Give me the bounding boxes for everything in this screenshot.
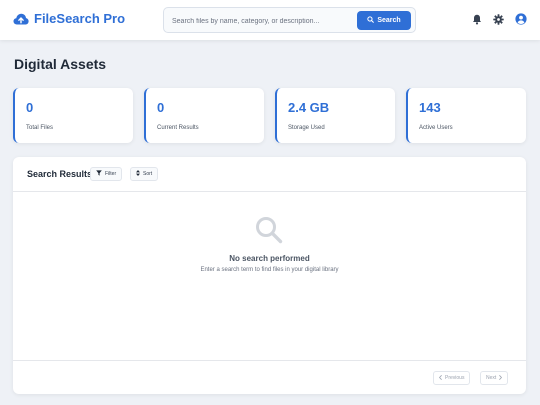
empty-state-title: No search performed <box>229 254 310 263</box>
gear-icon[interactable] <box>493 13 504 25</box>
filter-button[interactable]: Filter <box>90 167 123 181</box>
user-circle-icon[interactable] <box>515 13 527 25</box>
stat-label: Total Files <box>26 125 54 131</box>
sort-icon <box>136 170 140 178</box>
filter-icon <box>96 170 102 178</box>
sort-button[interactable]: Sort <box>130 167 159 181</box>
stat-card-total-files: 0 Total Files <box>13 88 133 143</box>
stat-value: 143 <box>419 100 441 115</box>
filter-label: Filter <box>105 171 117 177</box>
search-icon <box>367 16 375 25</box>
search-button-label: Search <box>377 17 401 24</box>
search-button[interactable]: Search <box>357 11 411 30</box>
bell-icon[interactable] <box>472 14 482 25</box>
sort-label: Sort <box>143 171 153 177</box>
stat-value: 2.4 GB <box>288 100 330 115</box>
chevron-right-icon <box>499 374 503 382</box>
search-icon <box>254 215 284 250</box>
stat-label: Current Results <box>157 125 199 131</box>
panel-title: Search Results <box>27 169 93 179</box>
empty-state-description: Enter a search term to find files in you… <box>200 267 339 273</box>
search-results-panel: Search Results Filter Sort No search per… <box>13 157 526 394</box>
pagination-bar: Previous Next <box>13 360 526 394</box>
stat-card-active-users: 143 Active Users <box>406 88 526 143</box>
next-label: Next <box>486 375 497 381</box>
app-logo[interactable]: FileSearch Pro <box>13 11 125 26</box>
next-button[interactable]: Next <box>480 371 509 385</box>
panel-header: Search Results Filter Sort <box>13 157 526 192</box>
app-name: FileSearch Pro <box>34 11 126 26</box>
chevron-left-icon <box>438 374 442 382</box>
previous-button[interactable]: Previous <box>433 371 471 385</box>
cloud-upload-icon <box>13 13 29 25</box>
search-bar: Search <box>163 7 416 33</box>
top-header: FileSearch Pro Search <box>0 0 540 40</box>
stat-label: Active Users <box>419 125 453 131</box>
page-title: Digital Assets <box>14 56 107 72</box>
stat-value: 0 <box>26 100 34 115</box>
previous-label: Previous <box>445 375 465 381</box>
stat-value: 0 <box>157 100 165 115</box>
search-input[interactable] <box>172 13 352 29</box>
stat-card-storage-used: 2.4 GB Storage Used <box>275 88 395 143</box>
stat-label: Storage Used <box>288 125 325 131</box>
stat-card-current-results: 0 Current Results <box>144 88 264 143</box>
